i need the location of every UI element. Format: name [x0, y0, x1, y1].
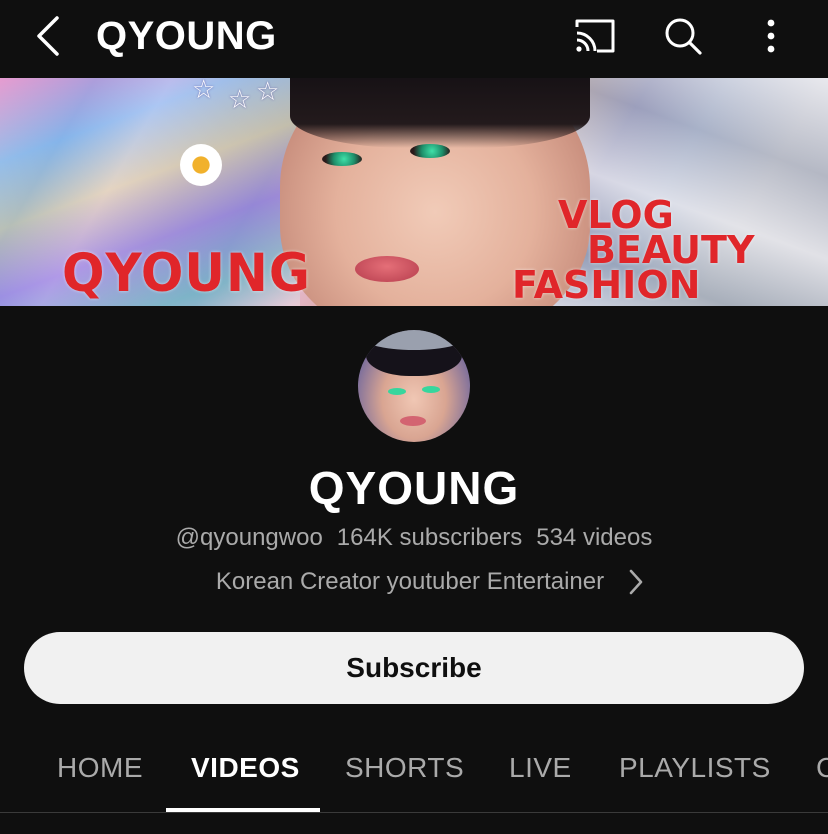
channel-description: Korean Creator youtuber Entertainer — [215, 568, 605, 595]
tab-community-partial[interactable]: C — [816, 750, 828, 786]
subscriber-count: 164K subscribers — [336, 524, 523, 551]
more-vertical-icon — [767, 19, 775, 53]
daisy-icon — [180, 144, 222, 186]
channel-description-link[interactable]: Korean Creator youtuber Entertainer — [0, 566, 828, 598]
search-icon — [665, 18, 702, 55]
top-app-bar: QYOUNG — [0, 0, 828, 78]
avatar-eye — [422, 386, 440, 393]
channel-meta: @qyoungwoo 164K subscribers 534 videos — [0, 522, 828, 554]
avatar-lips — [400, 416, 426, 426]
cast-icon — [575, 19, 615, 53]
star-icon: ☆ — [256, 78, 280, 106]
tab-shorts[interactable]: SHORTS — [345, 750, 464, 786]
channel-handle: @qyoungwoo — [175, 524, 323, 551]
channel-name: QYOUNG — [308, 462, 520, 514]
channel-banner: ☆ ☆ ☆ QYOUNG VLOG BEAUTY FASHION — [0, 78, 828, 306]
star-icon: ☆ — [192, 78, 216, 104]
tab-home[interactable]: HOME — [57, 750, 143, 786]
more-options-button[interactable] — [749, 14, 793, 58]
banner-hair — [290, 78, 590, 148]
channel-avatar[interactable] — [358, 330, 470, 442]
star-icon: ☆ — [228, 84, 252, 114]
active-tab-indicator — [166, 808, 320, 812]
tab-playlists[interactable]: PLAYLISTS — [619, 750, 771, 786]
tab-live[interactable]: LIVE — [509, 750, 572, 786]
banner-tag-fashion: FASHION — [512, 263, 701, 306]
cast-button[interactable] — [573, 14, 617, 58]
banner-channel-text: QYOUNG — [62, 242, 311, 304]
search-button[interactable] — [661, 14, 705, 58]
tab-videos[interactable]: VIDEOS — [191, 750, 300, 786]
back-arrow-icon — [37, 16, 59, 56]
header-title: QYOUNG — [96, 14, 277, 58]
banner-eye — [322, 152, 362, 166]
subscribe-button[interactable]: Subscribe — [24, 632, 804, 704]
channel-tabs: HOME VIDEOS SHORTS LIVE PLAYLISTS C — [0, 730, 828, 813]
avatar-eye — [388, 388, 406, 395]
video-count: 534 videos — [536, 524, 653, 551]
banner-lips — [355, 256, 419, 282]
back-button[interactable] — [28, 14, 68, 58]
chevron-right-icon — [620, 566, 652, 598]
banner-eye — [410, 144, 450, 158]
